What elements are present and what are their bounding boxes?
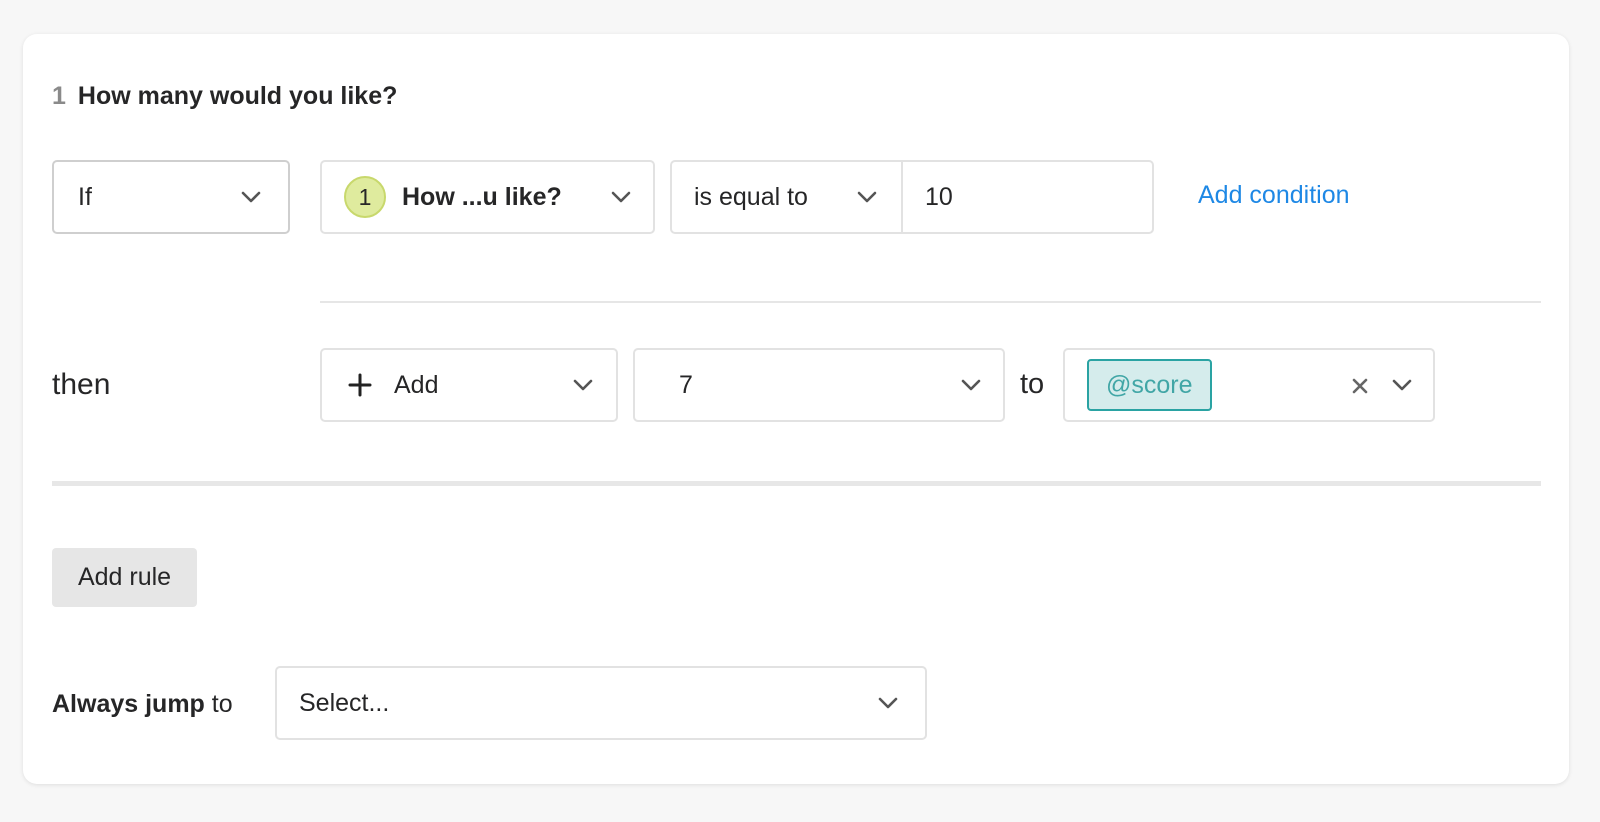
- question-select[interactable]: 1 How ...u like?: [320, 160, 655, 234]
- question-number: 1: [52, 82, 66, 110]
- condition-value: 10: [925, 182, 953, 211]
- always-jump-bold: Always jump: [52, 690, 205, 718]
- chevron-down-icon: [608, 184, 634, 210]
- jump-select[interactable]: Select...: [275, 666, 927, 740]
- close-icon[interactable]: [1348, 374, 1372, 398]
- plus-icon: [348, 373, 372, 397]
- if-select-label: If: [78, 182, 92, 211]
- question-title: How many would you like?: [77, 82, 398, 110]
- variable-select[interactable]: @score: [1063, 348, 1435, 422]
- amount-select-label: 7: [679, 370, 693, 399]
- chevron-down-icon: [875, 690, 901, 716]
- operator-select[interactable]: is equal to: [670, 160, 903, 234]
- to-label: to: [1020, 368, 1045, 400]
- rule-divider: [52, 481, 1541, 486]
- variable-tag: @score: [1087, 359, 1212, 411]
- chevron-down-icon: [1389, 372, 1415, 398]
- add-condition-link[interactable]: Add condition: [1198, 181, 1350, 210]
- chevron-down-icon: [238, 184, 264, 210]
- chevron-down-icon: [570, 372, 596, 398]
- add-rule-button[interactable]: Add rule: [52, 548, 197, 607]
- question-header: 1 How many would you like?: [52, 82, 397, 111]
- question-number-badge: 1: [344, 176, 386, 218]
- condition-value-input[interactable]: 10: [901, 160, 1154, 234]
- always-jump-to: to: [204, 690, 233, 718]
- action-select[interactable]: Add: [320, 348, 618, 422]
- then-label: then: [52, 368, 111, 401]
- chevron-down-icon: [958, 372, 984, 398]
- operator-select-label: is equal to: [694, 182, 808, 211]
- question-select-label: How ...u like?: [402, 182, 562, 211]
- if-select[interactable]: If: [52, 160, 290, 234]
- chevron-down-icon: [854, 184, 880, 210]
- amount-select[interactable]: 7: [633, 348, 1005, 422]
- divider: [320, 301, 1541, 303]
- jump-select-placeholder: Select...: [299, 688, 390, 717]
- action-select-label: Add: [394, 370, 439, 399]
- always-jump-label: Always jump to: [52, 690, 233, 719]
